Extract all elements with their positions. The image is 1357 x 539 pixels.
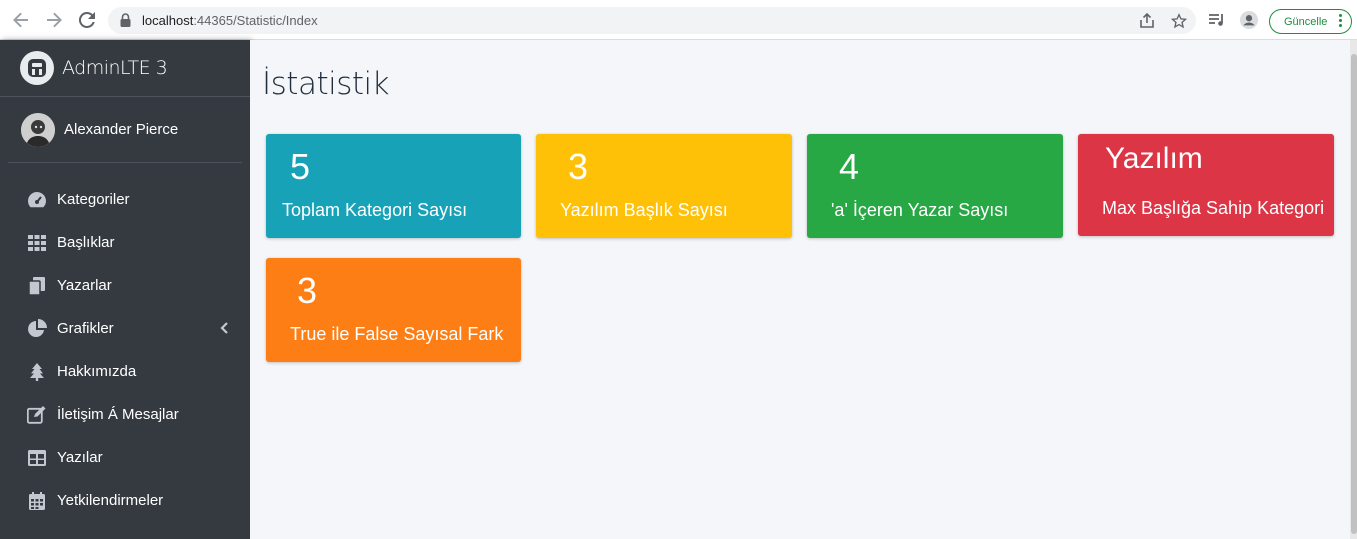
lock-icon [120, 13, 131, 27]
reload-button[interactable] [77, 10, 97, 30]
sidebar-item-label: Kategoriler [57, 191, 130, 208]
sidebar-item-iletisim[interactable]: İletişim Á Mesajlar [8, 393, 242, 436]
stat-value: Yazılım [1105, 142, 1203, 175]
media-button[interactable] [1208, 11, 1226, 29]
url-text: localhost:44365/Statistic/Index [142, 13, 318, 28]
scrollbar-thumb[interactable] [1351, 54, 1357, 534]
user-name: Alexander Pierce [64, 121, 179, 138]
arrow-left-icon [13, 12, 28, 28]
chevron-left-icon [220, 321, 228, 338]
stat-label: Toplam Kategori Sayısı [282, 200, 468, 220]
copy-icon [26, 276, 48, 296]
share-button[interactable] [1138, 12, 1156, 30]
page-scrollbar[interactable] [1350, 40, 1357, 539]
stat-value: 3 [297, 270, 318, 311]
sidebar-item-grafikler[interactable]: Grafikler [8, 307, 242, 350]
grid-icon [26, 233, 48, 253]
stat-label: Max Başlığa Sahip Kategori [1102, 198, 1325, 218]
reload-icon [79, 12, 95, 28]
content-wrapper: İstatistik 5 Toplam Kategori Sayısı 3 Ya… [250, 40, 1350, 539]
playlist-icon [1209, 14, 1223, 26]
brand-link[interactable]: AdminLTE 3 [0, 40, 250, 97]
adminlte-logo-icon [20, 51, 54, 85]
stat-label: Yazılım Başlık Sayısı [560, 200, 728, 220]
share-icon [1140, 13, 1154, 28]
stat-box-category-count: 5 Toplam Kategori Sayısı [266, 134, 521, 238]
star-icon [1171, 13, 1187, 29]
more-vert-icon [1339, 14, 1342, 27]
avatar [21, 112, 55, 147]
tachometer-icon [26, 190, 48, 210]
sidebar-item-label: İletişim Á Mesajlar [57, 406, 179, 423]
arrow-right-icon [47, 12, 62, 28]
bookmark-button[interactable] [1170, 12, 1188, 30]
edit-icon [26, 405, 48, 425]
stat-box-writer-count: 4 'a' İçeren Yazar Sayısı [807, 134, 1063, 238]
sidebar-item-yazilar[interactable]: Yazılar [8, 436, 242, 479]
back-button[interactable] [11, 10, 31, 30]
sidebar-item-kategoriler[interactable]: Kategoriler [8, 178, 242, 221]
address-bar[interactable]: localhost:44365/Statistic/Index [108, 7, 1196, 34]
brand-text: AdminLTE 3 [62, 57, 168, 79]
browser-toolbar: localhost:44365/Statistic/Index Güncelle [0, 0, 1357, 40]
stat-box-software-title-count: 3 Yazılım Başlık Sayısı [536, 134, 792, 238]
url-host: localhost [142, 13, 194, 28]
sidebar-menu: Kategoriler Başlıklar Yazarlar Grafikler [8, 178, 242, 522]
user-panel[interactable]: Alexander Pierce [8, 97, 242, 163]
stat-value: 4 [839, 146, 860, 187]
sidebar-item-label: Yazılar [57, 449, 103, 466]
stat-value: 5 [290, 146, 311, 187]
sidebar-item-label: Başlıklar [57, 234, 115, 251]
stat-box-max-title-category: Yazılım Max Başlığa Sahip Kategori [1078, 134, 1334, 236]
tree-icon [26, 362, 48, 382]
sidebar-item-label: Yazarlar [57, 277, 112, 294]
page-title: İstatistik [262, 66, 390, 102]
calendar-icon [26, 491, 48, 511]
forward-button[interactable] [44, 10, 64, 30]
stat-box-true-false-diff: 3 True ile False Sayısal Fark [266, 258, 521, 362]
person-icon [1240, 11, 1258, 29]
stat-label: True ile False Sayısal Fark [290, 324, 504, 344]
update-label: Güncelle [1284, 15, 1328, 28]
sidebar: AdminLTE 3 Alexander Pierce Kategoriler … [0, 40, 250, 539]
sidebar-item-yazarlar[interactable]: Yazarlar [8, 264, 242, 307]
pie-chart-icon [26, 318, 48, 339]
sidebar-item-label: Hakkımızda [57, 363, 137, 380]
update-button[interactable]: Güncelle [1269, 9, 1352, 34]
sidebar-item-hakkimizda[interactable]: Hakkımızda [8, 350, 242, 393]
sidebar-item-label: Yetkilendirmeler [57, 492, 164, 509]
sidebar-item-basliklar[interactable]: Başlıklar [8, 221, 242, 264]
sidebar-item-yetkilendirmeler[interactable]: Yetkilendirmeler [8, 479, 242, 522]
profile-button[interactable] [1240, 11, 1258, 29]
table-icon [26, 448, 48, 468]
stat-label: 'a' İçeren Yazar Sayısı [831, 200, 1009, 220]
sidebar-item-label: Grafikler [57, 320, 114, 337]
stat-value: 3 [568, 146, 589, 187]
url-path: :44365/Statistic/Index [193, 13, 318, 28]
